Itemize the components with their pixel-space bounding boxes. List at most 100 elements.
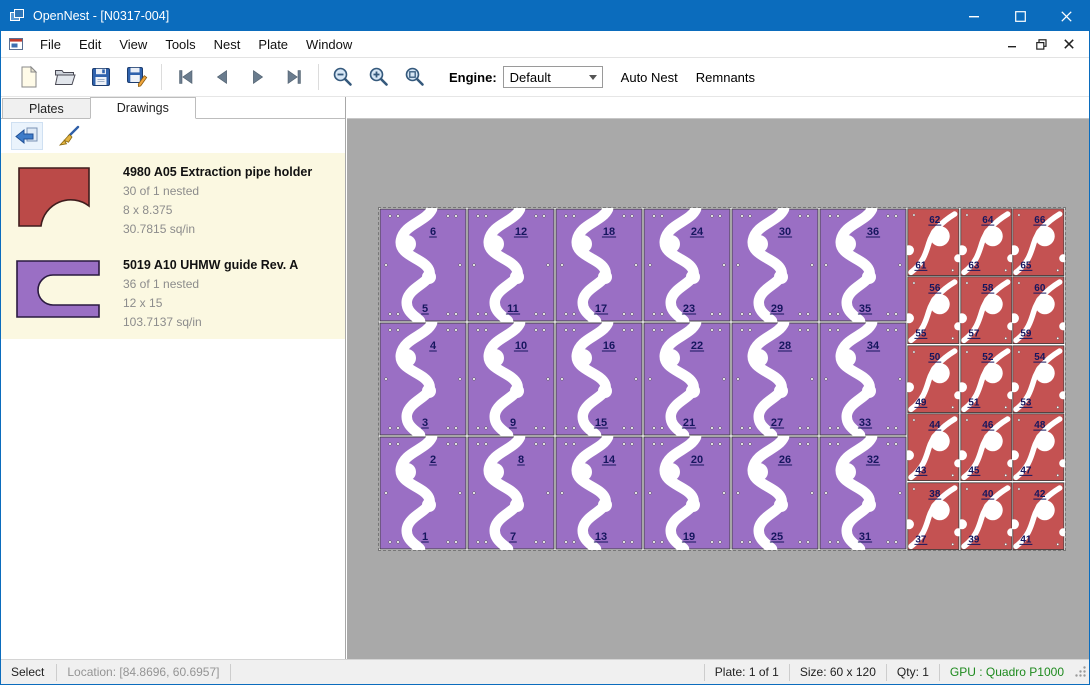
purple-part-pair[interactable]: 3029 — [731, 208, 819, 322]
tab-plates[interactable]: Plates — [2, 98, 91, 118]
purple-part-pair[interactable]: 2019 — [643, 436, 731, 550]
menu-view[interactable]: View — [110, 32, 156, 57]
save-as-button[interactable] — [119, 61, 155, 93]
purple-part-pair[interactable]: 87 — [467, 436, 555, 550]
mdi-minimize-button[interactable] — [1001, 35, 1025, 53]
status-plate: Plate: 1 of 1 — [705, 665, 789, 679]
close-button[interactable] — [1043, 1, 1089, 31]
mdi-close-button[interactable] — [1057, 35, 1081, 53]
maximize-icon — [1015, 11, 1026, 22]
purple-part-pair[interactable]: 3635 — [819, 208, 907, 322]
svg-text:59: 59 — [1021, 329, 1032, 340]
red-part-pair[interactable]: 4847 — [1012, 413, 1065, 481]
panel-tabstrip: Plates Drawings — [1, 97, 345, 119]
purple-part-pair[interactable]: 109 — [467, 322, 555, 436]
red-part-pair[interactable]: 5655 — [907, 276, 960, 344]
red-part-pair[interactable]: 6463 — [960, 208, 1013, 276]
minimize-button[interactable] — [951, 1, 997, 31]
svg-text:51: 51 — [968, 397, 979, 408]
resize-grip[interactable] — [1074, 665, 1087, 678]
purple-part-pair[interactable]: 1615 — [555, 322, 643, 436]
svg-text:39: 39 — [968, 534, 979, 545]
zoom-in-button[interactable] — [361, 61, 397, 93]
purple-part-pair[interactable]: 1413 — [555, 436, 643, 550]
main-toolbar: Engine: Default Auto Nest Remnants — [1, 58, 1089, 97]
save-button[interactable] — [83, 61, 119, 93]
menu-tools[interactable]: Tools — [156, 32, 204, 57]
svg-text:52: 52 — [982, 352, 993, 363]
red-part-pair[interactable]: 52 51 — [960, 345, 1013, 413]
open-folder-icon — [53, 65, 77, 89]
maximize-button[interactable] — [997, 1, 1043, 31]
purple-part-pair[interactable]: 3433 — [819, 322, 907, 436]
svg-text:58: 58 — [982, 283, 993, 294]
next-icon — [247, 66, 269, 88]
purple-part-pair[interactable]: 1817 — [555, 208, 643, 322]
zoom-extents-button[interactable] — [397, 61, 433, 93]
minimize-icon — [1008, 39, 1018, 49]
menu-edit[interactable]: Edit — [70, 32, 110, 57]
red-part-pair[interactable]: 6059 — [1012, 276, 1065, 344]
drawing-size: 12 x 15 — [123, 294, 298, 313]
red-part-pair[interactable]: 4241 — [1012, 482, 1065, 550]
svg-text:26: 26 — [779, 454, 791, 466]
drawing-item-uhmw-guide[interactable]: 5019 A10 UHMW guide Rev. A 36 of 1 neste… — [1, 246, 345, 339]
red-part-pair[interactable]: 6665 — [1012, 208, 1065, 276]
red-part-pair[interactable]: 4443 — [907, 413, 960, 481]
svg-text:16: 16 — [603, 340, 615, 352]
import-back-button[interactable] — [11, 122, 43, 150]
zoom-out-button[interactable] — [325, 61, 361, 93]
menu-plate[interactable]: Plate — [249, 32, 297, 57]
red-part-pair[interactable]: 4039 — [960, 482, 1013, 550]
back-arrow-icon — [14, 125, 40, 147]
window-title: OpenNest - [N0317-004] — [33, 9, 169, 23]
drawing-nested-count: 30 of 1 nested — [123, 182, 312, 201]
menu-file[interactable]: File — [31, 32, 70, 57]
menu-nest[interactable]: Nest — [205, 32, 250, 57]
svg-text:13: 13 — [595, 531, 607, 543]
red-part-pair[interactable]: 6261 — [907, 208, 960, 276]
purple-part-pair[interactable]: 2221 — [643, 322, 731, 436]
zoom-extents-icon — [403, 65, 427, 89]
open-button[interactable] — [47, 61, 83, 93]
tab-drawings[interactable]: Drawings — [90, 97, 196, 119]
document-icon[interactable] — [8, 36, 24, 52]
clean-button[interactable] — [53, 122, 85, 150]
plate[interactable]: 6512111817242330293635431091615222128273… — [379, 208, 1065, 550]
first-plate-button[interactable] — [168, 61, 204, 93]
drawing-title: 4980 A05 Extraction pipe holder — [123, 165, 312, 179]
purple-part-pair[interactable]: 2423 — [643, 208, 731, 322]
next-plate-button[interactable] — [240, 61, 276, 93]
mdi-restore-button[interactable] — [1029, 35, 1053, 53]
svg-text:36: 36 — [867, 226, 879, 238]
part-thumbnail-red — [9, 160, 109, 234]
purple-part-pair[interactable]: 43 — [379, 322, 467, 436]
red-part-pair[interactable]: 3837 — [907, 482, 960, 550]
menu-window[interactable]: Window — [297, 32, 361, 57]
remnants-button[interactable]: Remnants — [696, 70, 755, 85]
red-part-pair[interactable]: 5857 — [960, 276, 1013, 344]
purple-part-pair[interactable]: 65 — [379, 208, 467, 322]
svg-text:28: 28 — [779, 340, 791, 352]
purple-part-pair[interactable]: 1211 — [467, 208, 555, 322]
nest-canvas[interactable]: 6512111817242330293635431091615222128273… — [347, 97, 1089, 659]
previous-plate-button[interactable] — [204, 61, 240, 93]
purple-part-pair[interactable]: 2625 — [731, 436, 819, 550]
drawing-area: 103.7137 sq/in — [123, 313, 298, 332]
red-part-pair[interactable]: 5049 — [907, 345, 960, 413]
svg-text:45: 45 — [968, 465, 979, 476]
close-icon — [1064, 39, 1074, 49]
red-part-pair[interactable]: 5453 — [1012, 345, 1065, 413]
svg-text:8: 8 — [518, 454, 524, 466]
last-plate-button[interactable] — [276, 61, 312, 93]
engine-select[interactable]: Default — [503, 66, 603, 88]
purple-part-pair[interactable]: 21 — [379, 436, 467, 550]
new-button[interactable] — [11, 61, 47, 93]
parts-panel: Plates Drawings 4980 A05 Extraction pipe… — [1, 97, 346, 659]
purple-part-pair[interactable]: 2827 — [731, 322, 819, 436]
red-part-pair[interactable]: 4645 — [960, 413, 1013, 481]
drawing-item-extraction-pipe-holder[interactable]: 4980 A05 Extraction pipe holder 30 of 1 … — [1, 153, 345, 246]
auto-nest-button[interactable]: Auto Nest — [621, 70, 678, 85]
svg-text:42: 42 — [1035, 489, 1046, 500]
purple-part-pair[interactable]: 3231 — [819, 436, 907, 550]
